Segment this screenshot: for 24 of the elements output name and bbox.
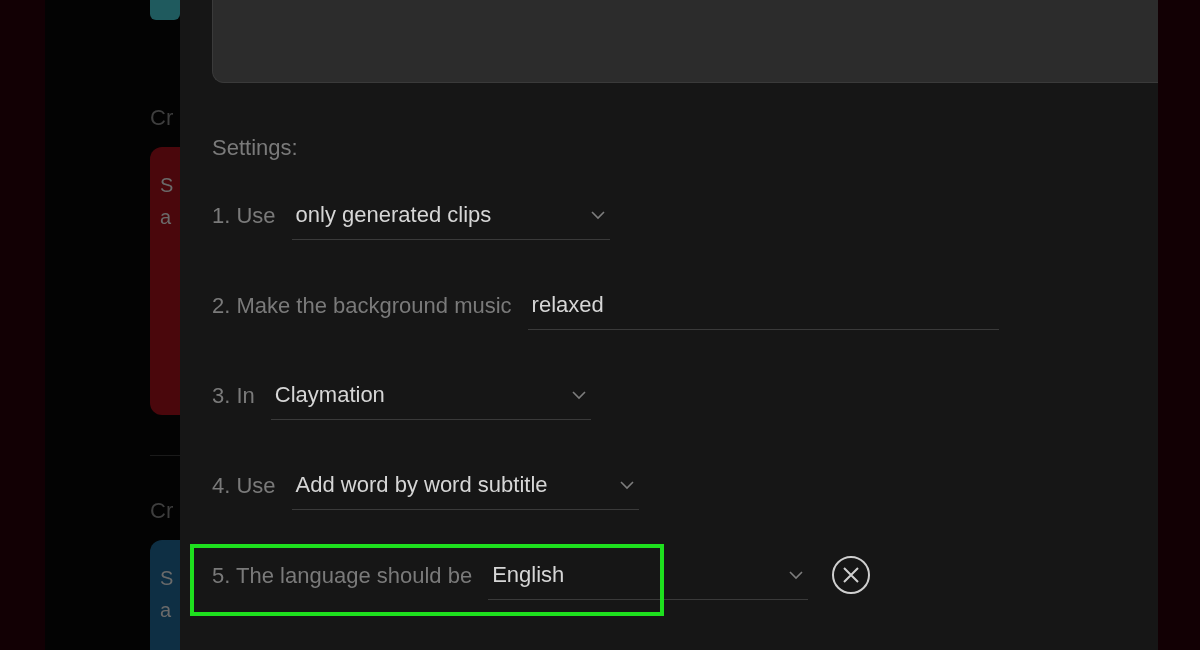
dropdown[interactable]: Claymation [270, 370, 591, 420]
card-text: a [160, 205, 173, 230]
setting-label: 3. In [212, 381, 255, 410]
section-heading: Cr [150, 104, 175, 132]
chevron-down-icon [788, 569, 805, 580]
setting-label: 4. Use [212, 471, 276, 500]
setting-label: 2. Make the background music [212, 291, 512, 320]
dropdown[interactable]: English [488, 550, 809, 600]
section-heading: Cr [150, 497, 175, 525]
remove-button[interactable] [832, 556, 871, 594]
card-text: S [160, 173, 175, 198]
chevron-down-icon [570, 389, 587, 400]
settings-title: Settings: [212, 134, 299, 162]
card-text: S [160, 566, 175, 591]
setting-label: 1. Use [212, 201, 276, 230]
chevron-down-icon [618, 479, 635, 490]
chevron-down-icon [589, 209, 606, 220]
setting-label: 5. The language should be [212, 561, 473, 590]
prompt-field[interactable] [212, 0, 1158, 83]
card-text: a [160, 598, 173, 623]
dropdown[interactable]: only generated clips [291, 190, 610, 240]
text-field[interactable]: relaxed [527, 280, 999, 330]
dropdown[interactable]: Add word by word subtitle [291, 460, 639, 510]
close-icon [842, 566, 861, 584]
